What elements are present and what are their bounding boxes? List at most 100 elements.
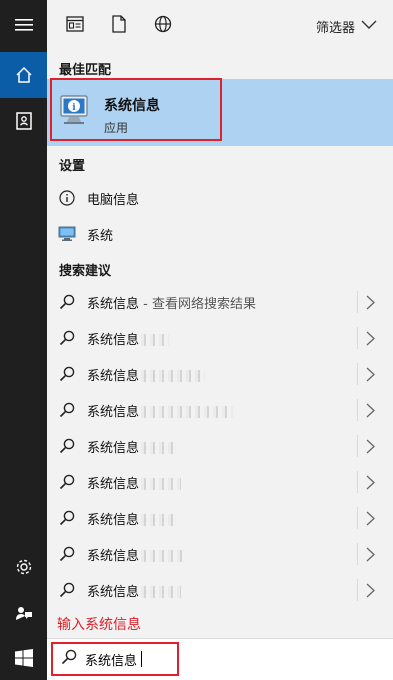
search-icon (47, 294, 87, 310)
hamburger-icon (14, 18, 33, 32)
home-button[interactable] (0, 52, 47, 98)
search-icon (47, 438, 87, 454)
suggestions-heading: 搜索建议 (59, 264, 112, 279)
chevron-down-icon (361, 19, 377, 34)
search-icon (47, 402, 87, 418)
search-icon (47, 546, 87, 562)
suggestion-label: 系统信息 (87, 584, 140, 600)
apps-filter-icon (66, 16, 84, 36)
chevron-right-icon[interactable] (366, 439, 375, 458)
best-match-subtitle: 应用 (104, 121, 129, 135)
chevron-right-icon[interactable] (366, 547, 375, 566)
search-icon (61, 649, 77, 669)
divider (357, 291, 358, 313)
suggestion-text: 系统信息 (87, 401, 234, 420)
suggestion-item[interactable]: 系统信息 (47, 572, 393, 608)
suggestion-item[interactable]: 系统信息 (47, 464, 393, 500)
suggestion-text: 系统信息 (87, 329, 170, 348)
suggestion-item[interactable]: 系统信息 (47, 428, 393, 464)
instruction-annotation: 输入系统信息 (57, 617, 141, 633)
divider (357, 435, 358, 457)
suggestion-label: 系统信息 (87, 368, 140, 384)
search-box-annotation-frame (51, 642, 179, 676)
suggestion-item[interactable]: 系统信息 (47, 536, 393, 572)
best-match-result[interactable]: i 系统信息 应用 (47, 78, 393, 146)
web-filter-icon (154, 15, 172, 37)
settings-item-system[interactable]: 系统 (47, 216, 393, 252)
suggestion-text: 系统信息 (87, 509, 174, 528)
suggestion-label: 系统信息 (87, 296, 140, 312)
monitor-icon (47, 226, 87, 242)
settings-button[interactable] (0, 544, 47, 590)
home-icon (15, 66, 33, 84)
suggestion-item[interactable]: 系统信息 (47, 320, 393, 356)
obscured-text (141, 514, 174, 526)
obscured-text (141, 370, 206, 382)
suggestion-label: 系统信息 (87, 512, 140, 528)
suggestion-item[interactable]: 系统信息 (47, 500, 393, 536)
suggestion-suffix: - 查看网络搜索结果 (139, 296, 256, 312)
system-information-app-icon: i (59, 93, 91, 131)
text-cursor (141, 651, 142, 667)
settings-item-label: 系统 (87, 228, 114, 244)
gear-icon (15, 558, 33, 576)
settings-item-pc-info[interactable]: 电脑信息 (47, 180, 393, 216)
suggestion-text: 系统信息 (87, 545, 186, 564)
chevron-right-icon[interactable] (366, 475, 375, 494)
obscured-text (141, 478, 182, 490)
settings-heading: 设置 (59, 159, 86, 174)
documents-filter-button[interactable] (97, 0, 141, 52)
suggestion-item[interactable]: 系统信息 (47, 356, 393, 392)
suggestion-text: 系统信息 (87, 365, 206, 384)
obscured-text (141, 550, 186, 562)
best-match-title: 系统信息 (104, 98, 160, 114)
divider (357, 399, 358, 421)
divider (357, 471, 358, 493)
feedback-button[interactable] (0, 590, 47, 636)
obscured-text (141, 334, 170, 346)
feedback-icon (15, 604, 33, 622)
search-input[interactable] (85, 651, 171, 667)
suggestion-item[interactable]: 系统信息 (47, 392, 393, 428)
menu-button[interactable] (0, 2, 47, 48)
suggestion-label: 系统信息 (87, 548, 140, 564)
chevron-right-icon[interactable] (366, 583, 375, 602)
best-match-heading: 最佳匹配 (59, 63, 112, 78)
suggestion-item[interactable]: 系统信息 - 查看网络搜索结果 (47, 284, 393, 320)
web-filter-button[interactable] (141, 0, 185, 52)
settings-item-label: 电脑信息 (87, 192, 140, 208)
filter-dropdown[interactable]: 筛选器 (316, 0, 377, 52)
divider (357, 363, 358, 385)
apps-filter-button[interactable] (53, 0, 97, 52)
chevron-right-icon[interactable] (366, 331, 375, 350)
chevron-right-icon[interactable] (366, 367, 375, 386)
suggestion-label: 系统信息 (87, 440, 140, 456)
search-icon (47, 330, 87, 346)
divider (357, 579, 358, 601)
chevron-right-icon[interactable] (366, 403, 375, 422)
chevron-right-icon[interactable] (366, 511, 375, 530)
search-results-panel: 筛选器 最佳匹配 i 系统信息 应用 设置 电脑信息 系统 搜索建议 系统信息 … (47, 0, 393, 680)
obscured-text (141, 586, 182, 598)
suggestion-label: 系统信息 (87, 404, 140, 420)
divider (357, 543, 358, 565)
filter-bar: 筛选器 (47, 0, 393, 52)
search-icon (47, 366, 87, 382)
search-bar (47, 638, 393, 680)
windows-start-button[interactable] (0, 636, 47, 680)
chevron-right-icon[interactable] (366, 295, 375, 314)
suggestion-text: 系统信息 (87, 581, 182, 600)
document-filter-icon (112, 15, 126, 37)
info-icon (47, 190, 87, 206)
notebook-button[interactable] (0, 98, 47, 144)
divider (357, 507, 358, 529)
suggestion-text: 系统信息 (87, 437, 174, 456)
obscured-text (141, 442, 174, 454)
filter-dropdown-label: 筛选器 (315, 20, 355, 36)
search-icon (47, 510, 87, 526)
start-left-rail (0, 0, 47, 680)
suggestion-text: 系统信息 - 查看网络搜索结果 (87, 293, 256, 312)
svg-text:i: i (72, 103, 76, 113)
search-icon (47, 474, 87, 490)
suggestion-label: 系统信息 (87, 332, 140, 348)
